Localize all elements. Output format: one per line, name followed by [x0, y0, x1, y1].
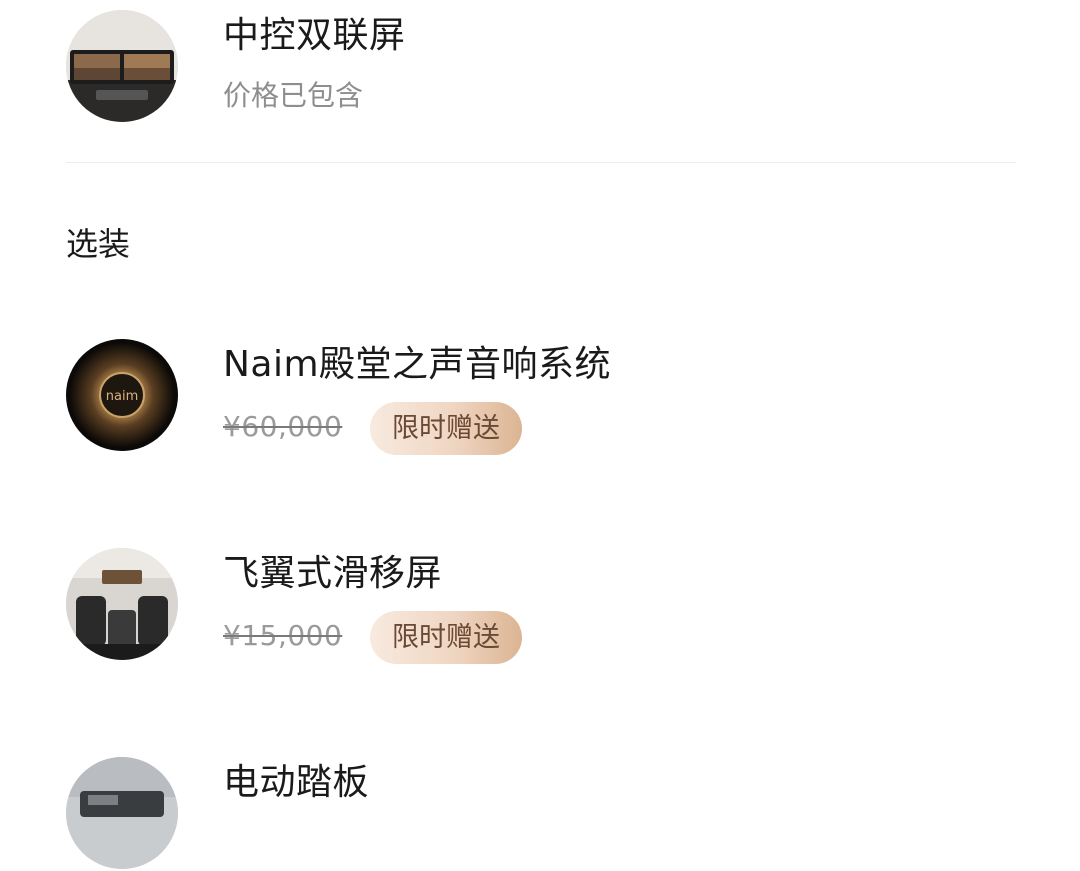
- item-title: 电动踏板: [223, 762, 370, 803]
- naim-speaker-image: naim: [66, 339, 178, 451]
- item-title: 飞翼式滑移屏: [223, 553, 443, 594]
- original-price: ¥15,000: [223, 619, 343, 652]
- original-price: ¥60,000: [223, 410, 343, 443]
- free-gift-badge: 限时赠送: [370, 402, 522, 455]
- car-exterior-image: [66, 757, 178, 869]
- option-item-power-step[interactable]: 电动踏板: [66, 757, 1016, 871]
- free-gift-badge: 限时赠送: [370, 611, 522, 664]
- naim-speaker-thumbnail: naim: [66, 339, 178, 451]
- option-item-naim[interactable]: naim Naim殿堂之声音响系统 ¥60,000 限时赠送: [66, 339, 1016, 455]
- item-included-note: 价格已包含: [223, 79, 364, 112]
- car-interior-image: [66, 548, 178, 660]
- svg-text:naim: naim: [106, 389, 138, 404]
- item-title: Naim殿堂之声音响系统: [223, 344, 612, 385]
- option-item-sliding-screen[interactable]: 飞翼式滑移屏 ¥15,000 限时赠送: [66, 548, 1016, 664]
- power-step-thumbnail: [66, 757, 178, 869]
- section-title-optional: 选装: [66, 225, 131, 263]
- divider: [66, 162, 1016, 163]
- dual-screen-thumbnail: [66, 10, 178, 122]
- sliding-screen-thumbnail: [66, 548, 178, 660]
- item-title: 中控双联屏: [223, 15, 406, 56]
- included-item-row[interactable]: 中控双联屏 价格已包含: [66, 10, 1016, 124]
- dual-screen-image: [66, 10, 178, 122]
